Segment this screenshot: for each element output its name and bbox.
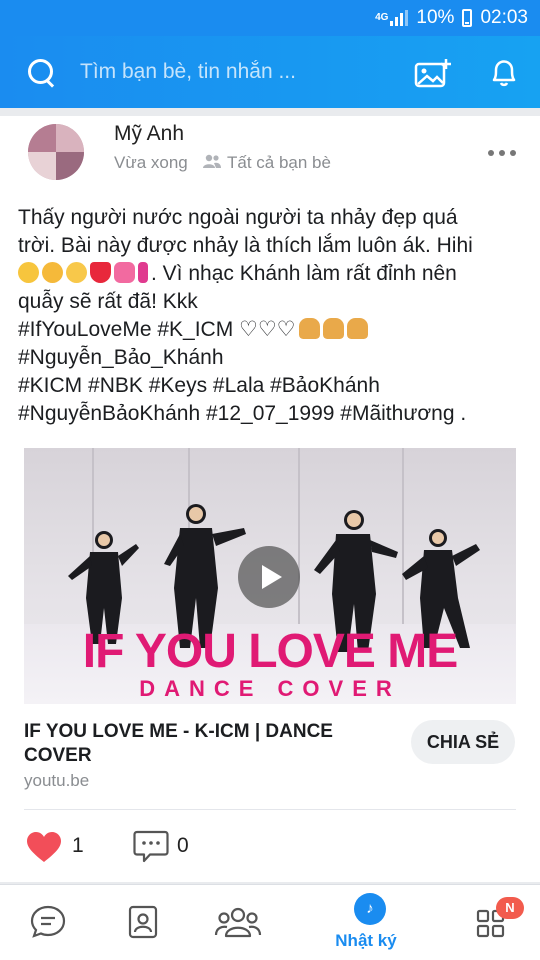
nav-diary-label: Nhật ký (335, 931, 397, 950)
add-photo-icon[interactable] (414, 58, 452, 88)
battery-percent: 10% (416, 7, 455, 28)
heart-icon[interactable] (26, 831, 62, 863)
battery-icon (462, 9, 473, 27)
hashtag-line[interactable]: #Nguyễn_Bảo_Khánh (18, 344, 518, 372)
nav-contacts[interactable] (96, 885, 192, 960)
bottom-nav: ♪ Nhật ký N (0, 884, 540, 960)
contacts-icon (128, 905, 158, 939)
thumbs-up-emoji-icon (298, 318, 320, 339)
video-title-art: IF YOU LOVE ME (82, 625, 459, 678)
heart-eyes-emoji-icon (18, 262, 39, 283)
kiss-emoji-icon (42, 262, 63, 283)
hashtag-line[interactable]: #NguyễnBảoKhánh #12_07_1999 #Mãithương . (18, 400, 518, 428)
hashtag-line[interactable]: #KICM #NBK #Keys #Lala #BảoKhánh (18, 372, 518, 400)
nav-more[interactable] (444, 885, 540, 960)
share-button[interactable]: CHIA SẺ (411, 720, 515, 764)
divider (24, 809, 516, 810)
thumbs-up-emoji-icon (322, 318, 344, 339)
nav-diary[interactable]: ♪ Nhật ký (306, 885, 426, 960)
heart-arrow-emoji-icon (114, 262, 135, 283)
groups-icon (214, 907, 262, 938)
status-bar: 4G 10% 02:03 (0, 0, 540, 36)
comment-count[interactable]: 0 (177, 834, 189, 858)
post-text-line: Thấy người nước ngoài người ta nhảy đẹp … (18, 206, 458, 229)
video-subtitle-art: DANCE COVER (139, 676, 401, 701)
clock: 02:03 (480, 7, 528, 28)
post-time: Vừa xong (114, 153, 188, 172)
nav-messages[interactable] (0, 885, 96, 960)
hashtag-line[interactable]: #IfYouLoveMe #K_ICM ♡♡♡ (18, 318, 296, 341)
heart-exclamation-emoji-icon (138, 262, 148, 283)
diary-icon: ♪ (354, 893, 386, 925)
signal-indicator: 4G (375, 10, 409, 26)
post-text-line: . Vì nhạc Khánh làm rất đỉnh nên (18, 260, 518, 288)
hug-emoji-icon (66, 262, 87, 283)
link-domain: youtu.be (24, 771, 90, 790)
post-card: Mỹ Anh Vừa xong Tất cả bạn bè Thấy người… (0, 116, 540, 882)
network-type: 4G (375, 12, 389, 23)
search-input[interactable]: Tìm bạn bè, tin nhắn ... (80, 60, 360, 84)
thumbs-up-emoji-icon (346, 318, 368, 339)
post-text-line: . Vì nhạc Khánh làm rất đỉnh nên (151, 262, 457, 285)
post-text-line: #IfYouLoveMe #K_ICM ♡♡♡ (18, 316, 518, 344)
more-options-icon[interactable] (488, 150, 516, 156)
author-name[interactable]: Mỹ Anh (114, 122, 184, 146)
post-text-line: quẫy sẽ rất đã! Kkk (18, 290, 198, 313)
friends-icon (203, 154, 221, 168)
video-thumbnail[interactable]: IF YOU LOVE ME DANCE COVER (24, 448, 516, 704)
post-text-line: trời. Bài này được nhảy là thích lắm luô… (18, 234, 473, 257)
signal-icon (390, 10, 409, 26)
play-button[interactable] (238, 546, 300, 608)
red-heart-emoji-icon (90, 262, 111, 283)
like-count[interactable]: 1 (72, 834, 84, 858)
audience-label[interactable]: Tất cả bạn bè (227, 153, 331, 173)
post-text: Thấy người nước ngoài người ta nhảy đẹp … (18, 204, 518, 428)
link-title[interactable]: IF YOU LOVE ME - K-ICM | DANCE COVER (24, 720, 384, 768)
notification-badge: N (496, 897, 524, 919)
comment-icon[interactable] (133, 830, 169, 864)
nav-groups[interactable] (192, 885, 288, 960)
bell-icon[interactable] (488, 56, 520, 88)
message-icon (30, 905, 66, 938)
app-header: Tìm bạn bè, tin nhắn ... (0, 36, 540, 108)
avatar[interactable] (28, 124, 84, 180)
search-icon[interactable] (26, 57, 56, 87)
